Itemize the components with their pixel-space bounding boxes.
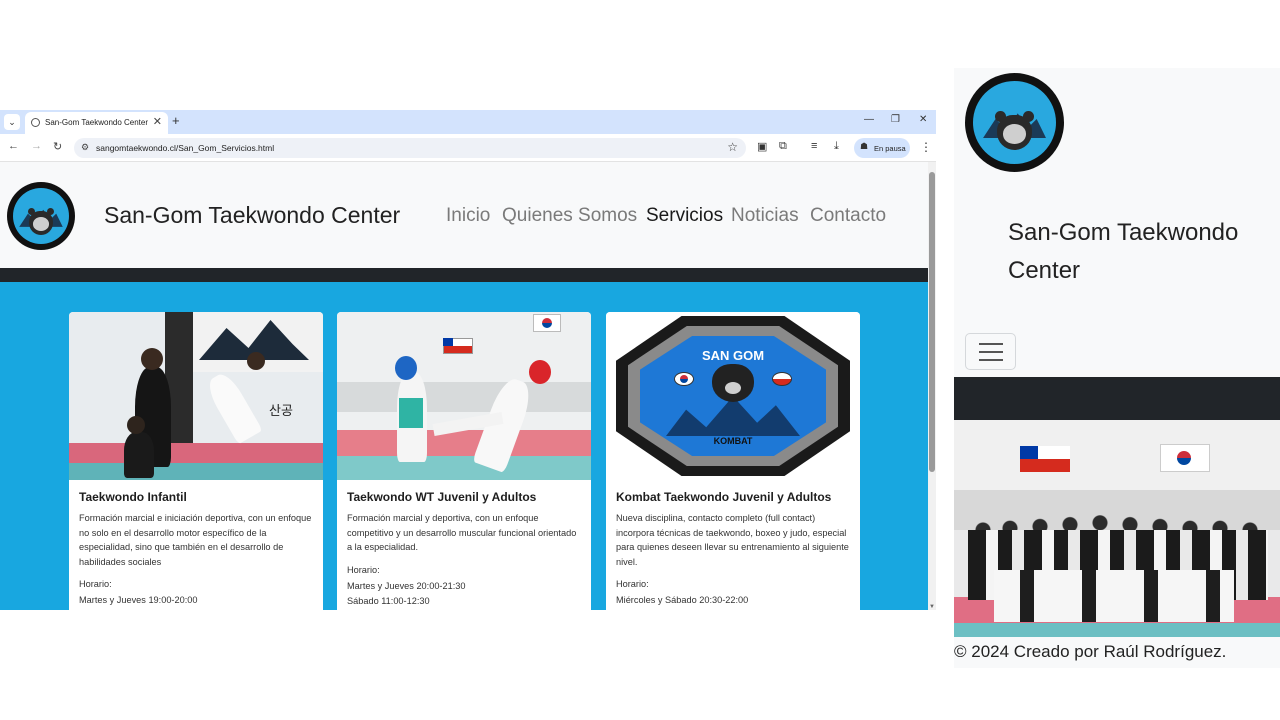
service-card-wt[interactable]: Taekwondo WT Juvenil y Adultos Formación… (337, 312, 591, 610)
service-card-kombat[interactable]: SAN GOM KOMBAT Kombat Taekwondo Juvenil … (606, 312, 860, 610)
header-divider-band (0, 268, 928, 282)
card-image-kombat: SAN GOM KOMBAT (606, 312, 860, 480)
url-text[interactable]: sangomtaekwondo.cl/San_Gom_Servicios.htm… (96, 143, 274, 153)
nav-link-contacto[interactable]: Contacto (810, 205, 886, 227)
profile-status: En pausa (874, 144, 906, 153)
kombat-logo-subtitle: KOMBAT (713, 436, 753, 446)
card-description: Nueva disciplina, contacto completo (ful… (616, 513, 849, 567)
reading-list-icon[interactable]: ≡ (811, 140, 817, 152)
page-scrollbar[interactable]: ▼ (928, 162, 936, 610)
card-schedule-line: Miércoles y Sábado 20:30-22:00 (616, 595, 749, 605)
card-schedule-line: Sábado 11:00-12:30 (347, 596, 430, 606)
card-description: Formación marcial y deportiva, con un en… (347, 513, 577, 553)
footer-copyright: © 2024 Creado por Raúl Rodríguez. (954, 642, 1227, 661)
card-schedule-label: Horario: (616, 579, 649, 589)
browser-tab[interactable]: San-Gom Taekwondo Center ✕ (25, 112, 168, 134)
card-description: Formación marcial e iniciación deportiva… (79, 513, 312, 567)
new-tab-button[interactable]: + (172, 113, 180, 128)
nav-link-noticias[interactable]: Noticias (731, 205, 799, 227)
close-icon[interactable]: ✕ (153, 115, 162, 128)
tab-title: San-Gom Taekwondo Center (45, 118, 149, 127)
address-bar[interactable]: ⚙ sangomtaekwondo.cl/San_Gom_Servicios.h… (74, 138, 746, 158)
window-close-icon[interactable]: ✕ (919, 114, 927, 125)
puzzle-icon[interactable]: ⧉ (779, 140, 787, 153)
card-title: Kombat Taekwondo Juvenil y Adultos (616, 490, 832, 504)
card-title: Taekwondo Infantil (79, 490, 187, 504)
browser-toolbar: ← → ↻ ⚙ sangomtaekwondo.cl/San_Gom_Servi… (0, 134, 936, 162)
back-icon[interactable]: ← (8, 140, 19, 152)
site-logo[interactable] (7, 182, 75, 250)
reload-icon[interactable]: ↻ (53, 140, 62, 153)
restore-icon[interactable]: ❐ (891, 114, 900, 125)
kombat-logo-title: SAN GOM (701, 348, 765, 363)
card-schedule-line: Martes y Jueves 20:00-21:30 (347, 581, 466, 591)
scrollbar-thumb[interactable] (929, 172, 935, 472)
card-schedule-label: Horario: (79, 579, 112, 589)
hamburger-icon (979, 343, 1003, 345)
mobile-site-logo[interactable] (965, 73, 1064, 172)
nav-link-inicio[interactable]: Inicio (446, 205, 490, 227)
card-schedule-label: Horario: (347, 565, 380, 575)
nav-link-servicios[interactable]: Servicios (646, 205, 723, 227)
bookmark-star-icon[interactable]: ☆ (727, 140, 738, 154)
card-image-wt (337, 312, 591, 480)
hamburger-menu-button[interactable] (965, 333, 1016, 370)
forward-icon[interactable]: → (31, 140, 42, 152)
globe-icon (31, 118, 40, 127)
service-card-infantil[interactable]: 산공 Taekwondo Infantil Formación marcial … (69, 312, 323, 610)
menu-icon[interactable]: ⋮ (920, 140, 932, 154)
mobile-site-brand[interactable]: San-Gom Taekwondo Center (1008, 214, 1248, 290)
download-icon[interactable]: ⤓ (834, 140, 839, 153)
site-brand[interactable]: San-Gom Taekwondo Center (104, 202, 400, 229)
profile-icon: ☗ (860, 141, 869, 151)
tab-strip: ⌄ San-Gom Taekwondo Center ✕ + — ❐ ✕ (0, 110, 936, 134)
scroll-down-arrow-icon[interactable]: ▼ (928, 604, 936, 610)
site-info-icon[interactable]: ⚙ (81, 142, 89, 153)
nav-link-quienes-somos[interactable]: Quienes Somos (502, 205, 637, 227)
screenshot-canvas: ⌄ San-Gom Taekwondo Center ✕ + — ❐ ✕ ← →… (0, 0, 1280, 720)
card-title: Taekwondo WT Juvenil y Adultos (347, 490, 537, 504)
group-photo (954, 420, 1280, 637)
card-image-infantil: 산공 (69, 312, 323, 480)
card-schedule-line: Martes y Jueves 19:00-20:00 (79, 595, 198, 605)
mobile-header-band (954, 377, 1280, 420)
tab-search-icon[interactable]: ⌄ (4, 114, 20, 130)
profile-button[interactable]: ☗ En pausa (854, 138, 910, 158)
mobile-view: San-Gom Taekwondo Center © 2024 Creado p… (954, 68, 1280, 668)
page-viewport: San-Gom Taekwondo Center Inicio Quienes … (0, 162, 928, 610)
minimize-icon[interactable]: — (864, 114, 874, 125)
site-navbar: San-Gom Taekwondo Center Inicio Quienes … (0, 162, 928, 268)
browser-window: ⌄ San-Gom Taekwondo Center ✕ + — ❐ ✕ ← →… (0, 110, 936, 610)
extension-icon[interactable]: ▣ (757, 140, 767, 153)
